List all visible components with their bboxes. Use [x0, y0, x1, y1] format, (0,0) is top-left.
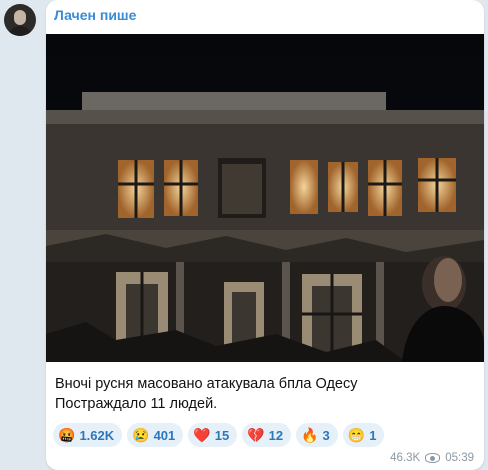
- reaction-broken-heart[interactable]: 💔 12: [242, 423, 292, 447]
- fire-icon: 🔥: [301, 427, 319, 443]
- post-meta: 46.3K 05:39: [390, 452, 474, 464]
- post-caption: Вночі русня масовано атакувала бпла Одес…: [55, 376, 358, 412]
- channel-avatar[interactable]: [4, 4, 36, 36]
- author-name[interactable]: Лачен пише: [54, 7, 136, 23]
- views-count: 46.3K: [390, 452, 421, 464]
- reaction-count: 15: [214, 427, 230, 443]
- crying-face-icon: 😢: [132, 427, 150, 443]
- reaction-count: 12: [268, 427, 284, 443]
- reaction-count: 3: [322, 427, 330, 443]
- reaction-crying[interactable]: 😢 401: [127, 423, 184, 447]
- reaction-heart[interactable]: ❤️ 15: [188, 423, 238, 447]
- broken-heart-icon: 💔: [247, 427, 265, 443]
- reaction-angry[interactable]: 🤬 1.62K: [53, 423, 123, 447]
- damaged-building-photo: [46, 34, 484, 362]
- post-time: 05:39: [445, 452, 474, 464]
- reaction-count: 401: [153, 427, 176, 443]
- grinning-face-icon: 😁: [347, 427, 366, 443]
- red-heart-icon: ❤️: [193, 427, 211, 443]
- reaction-count: 1: [369, 427, 377, 443]
- reaction-count: 1.62K: [79, 427, 115, 443]
- reaction-fire[interactable]: 🔥 3: [296, 423, 338, 447]
- reaction-grin[interactable]: 😁 1: [342, 423, 385, 447]
- avatar-face: [14, 10, 26, 25]
- angry-face-icon: 🤬: [58, 427, 76, 443]
- message-bubble: Лачен пише Вночі русня масовано атакувал…: [46, 0, 484, 470]
- avatar-shoulders: [8, 26, 32, 36]
- post-photo[interactable]: [46, 34, 484, 362]
- reactions-bar: 🤬 1.62K 😢 401 ❤️ 15 💔 12 🔥 3 😁 1: [53, 423, 385, 447]
- eye-icon: [425, 453, 441, 463]
